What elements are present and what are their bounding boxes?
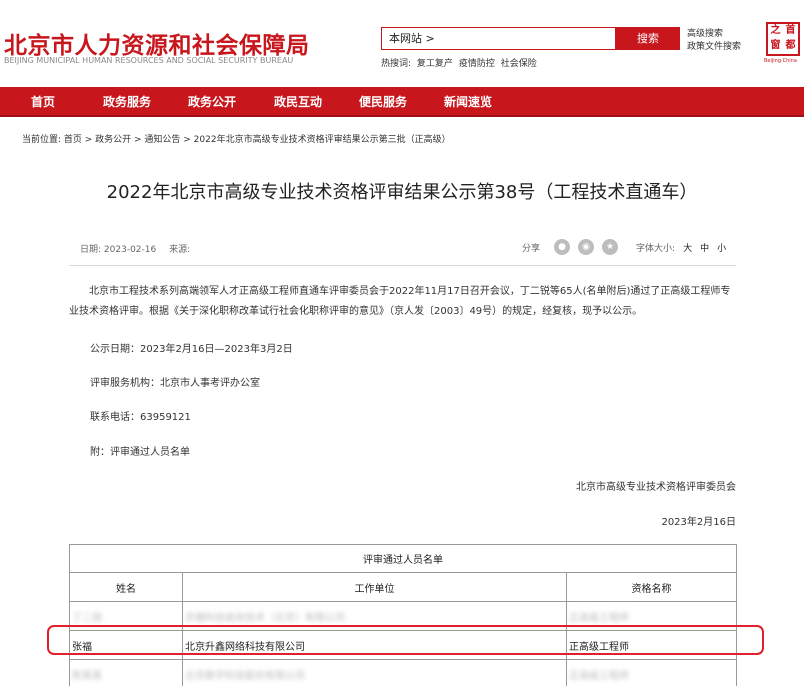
site-logo-subtitle: BEIJING MUNICIPAL HUMAN RESOURCES AND SO…	[4, 56, 294, 65]
contact-phone: 联系电话：63959121	[90, 412, 191, 423]
table-row: 丁二锐 京健科技高效技术（北京）有限公司 正高级工程师	[69, 601, 738, 631]
site-logo-title[interactable]: 北京市人力资源和社会保障局	[4, 26, 310, 60]
nav-item-gov-services[interactable]: 政务服务	[103, 87, 151, 117]
date-value: 2023-02-16	[103, 245, 157, 255]
search-button[interactable]: 搜索	[616, 27, 680, 50]
cell-name: 陈英英	[69, 659, 183, 686]
cell-qualification: 正高级工程师	[565, 630, 738, 660]
policy-search-link[interactable]: 政策文件搜索	[687, 41, 741, 54]
cell-name: 丁二锐	[69, 601, 183, 631]
nav-item-convenience[interactable]: 便民服务	[359, 87, 407, 117]
signature-date: 2023年2月16日	[661, 517, 736, 528]
fontsize-label: 字体大小:	[636, 243, 676, 254]
table-header-employer: 工作单位	[182, 572, 567, 602]
nav-item-news[interactable]: 新闻速览	[444, 87, 492, 117]
hot-words: 热搜词: 复工复产 疫情防控 社会保险	[381, 56, 540, 69]
table-header-name: 姓名	[69, 572, 183, 602]
cell-qualification: 正高级工程师	[565, 601, 738, 631]
source-label: 来源:	[169, 245, 191, 255]
nav-item-interaction[interactable]: 政民互动	[274, 87, 322, 117]
weibo-share-icon[interactable]: ◉	[578, 239, 595, 255]
hot-word-link[interactable]: 社会保险	[501, 59, 537, 69]
breadcrumb[interactable]: 当前位置: 首页 > 政务公开 > 通知公告 > 2022年北京市高级专业技术资…	[22, 132, 451, 145]
article-meta: 日期: 2023-02-16 来源:	[80, 242, 190, 255]
main-nav: 首页 政务服务 政务公开 政民互动 便民服务 新闻速览	[0, 87, 804, 117]
cell-name: 张福	[69, 630, 183, 660]
table-row: 陈英英 北京数字科技股份有限公司 正高级工程师	[69, 659, 738, 686]
cell-employer: 京健科技高效技术（北京）有限公司	[182, 601, 567, 631]
publicity-period: 公示日期：2023年2月16日—2023年3月2日	[90, 344, 293, 355]
cell-employer: 北京数字科技股份有限公司	[182, 659, 567, 686]
seal-char: 都	[785, 40, 796, 51]
wechat-share-icon[interactable]: ●	[554, 239, 571, 255]
advanced-search-links: 高级搜索 政策文件搜索	[687, 28, 741, 54]
results-table: 评审通过人员名单 姓名 工作单位 资格名称 丁二锐 京健科技高效技术（北京）有限…	[68, 544, 738, 686]
hot-word-link[interactable]: 复工复产	[417, 59, 453, 69]
article-tools: 分享 ● ◉ ★ 字体大小: 大 中 小	[522, 237, 726, 257]
cell-employer: 北京升鑫网络科技有限公司	[182, 630, 567, 660]
capital-window-seal-icon[interactable]: 之 首 窗 都	[766, 22, 800, 56]
fontsize-large-button[interactable]: 大	[683, 241, 692, 254]
article-intro: 北京市工程技术系列高端领军人才正高级工程师直通车评审委员会于2022年11月17…	[69, 286, 731, 317]
nav-item-gov-open[interactable]: 政务公开	[188, 87, 236, 117]
divider	[69, 265, 736, 266]
signature-org: 北京市高级专业技术资格评审委员会	[576, 482, 736, 493]
nav-item-home[interactable]: 首页	[31, 87, 55, 117]
table-header-qualification: 资格名称	[565, 572, 738, 602]
hot-words-label: 热搜词:	[381, 59, 412, 69]
share-label: 分享	[522, 243, 541, 254]
favorite-star-icon[interactable]: ★	[602, 239, 619, 255]
seal-subtitle: Beijing·China	[764, 58, 797, 64]
table-caption: 评审通过人员名单	[68, 544, 738, 573]
seal-char: 之	[770, 25, 781, 36]
search-input[interactable]: 本网站 >	[381, 27, 616, 50]
date-label: 日期:	[80, 245, 102, 255]
cell-qualification: 正高级工程师	[565, 659, 738, 686]
attachment-note: 附：评审通过人员名单	[90, 447, 190, 458]
fontsize-small-button[interactable]: 小	[717, 241, 726, 254]
table-row: 张福 北京升鑫网络科技有限公司 正高级工程师	[69, 630, 738, 660]
page-title: 2022年北京市高级专业技术资格评审结果公示第38号（工程技术直通车）	[106, 182, 698, 203]
seal-char: 窗	[770, 40, 781, 51]
seal-char: 首	[785, 25, 796, 36]
service-org: 评审服务机构：北京市人事考评办公室	[90, 378, 260, 389]
hot-word-link[interactable]: 疫情防控	[459, 59, 495, 69]
advanced-search-link[interactable]: 高级搜索	[687, 28, 741, 41]
fontsize-medium-button[interactable]: 中	[700, 241, 709, 254]
